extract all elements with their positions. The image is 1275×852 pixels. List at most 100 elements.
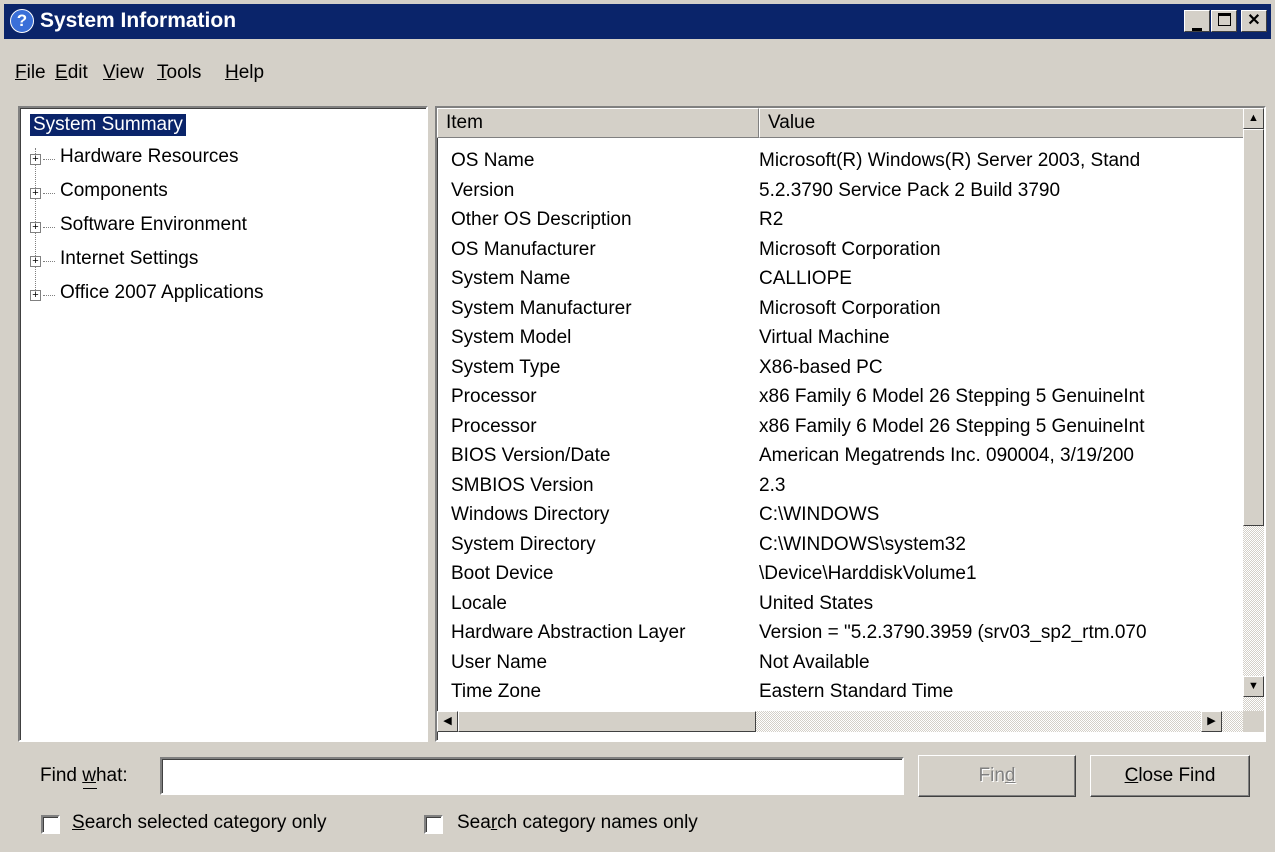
value-cell: x86 Family 6 Model 26 Stepping 5 Genuine… [759, 386, 1145, 407]
find-button[interactable]: Find [918, 755, 1076, 797]
value-cell: Eastern Standard Time [759, 681, 954, 702]
menu-help-key: H [225, 62, 239, 83]
table-row[interactable]: System Model Virtual Machine [437, 323, 1244, 352]
menu-file-rest: ile [26, 62, 46, 83]
table-row[interactable]: Time Zone Eastern Standard Time [437, 677, 1244, 706]
minimize-button[interactable] [1184, 10, 1210, 32]
list-body: OS Name Microsoft(R) Windows(R) Server 20… [437, 146, 1244, 711]
title-bar[interactable]: ? System Information ✕ [4, 4, 1271, 39]
expand-plus-icon[interactable]: + [30, 222, 41, 233]
tree-connector [43, 193, 55, 194]
item-cell: System Model [451, 327, 572, 348]
table-row[interactable]: Processor x86 Family 6 Model 26 Stepping … [437, 412, 1244, 441]
horizontal-scrollbar[interactable]: ◀ ▶ [437, 711, 1243, 732]
table-row[interactable]: System Directory C:\WINDOWS\system32 [437, 530, 1244, 559]
item-cell: Other OS Description [451, 209, 632, 230]
details-list[interactable]: Item Value OS Name Microsoft(R) Windows(R… [435, 106, 1266, 742]
table-row[interactable]: OS Name Microsoft(R) Windows(R) Server 20… [437, 146, 1244, 175]
menu-edit[interactable]: Edit [55, 62, 88, 84]
item-cell: BIOS Version/Date [451, 445, 611, 466]
table-row[interactable]: System Manufacturer Microsoft Corporation [437, 294, 1244, 323]
expand-plus-icon[interactable]: + [30, 154, 41, 165]
help-question-icon: ? [10, 9, 34, 33]
maximize-button[interactable] [1211, 10, 1237, 32]
tree-item-label: Hardware Resources [60, 146, 239, 167]
scroll-up-button[interactable]: ▲ [1243, 108, 1264, 129]
scroll-right-button[interactable]: ▶ [1201, 711, 1222, 732]
menu-edit-rest: dit [67, 62, 88, 83]
table-row[interactable]: Processor x86 Family 6 Model 26 Stepping … [437, 382, 1244, 411]
scrollbar-corner [1243, 711, 1264, 732]
close-button[interactable]: ✕ [1241, 10, 1267, 32]
find-what-label-text: Find what: [40, 765, 128, 786]
arrow-down-icon: ▼ [1248, 680, 1259, 692]
table-row[interactable]: Locale United States [437, 589, 1244, 618]
item-cell: OS Name [451, 150, 535, 171]
table-row[interactable]: User Name Not Available [437, 648, 1244, 677]
horizontal-scroll-thumb[interactable] [458, 711, 756, 732]
menu-help[interactable]: Help [225, 62, 264, 84]
value-cell: United States [759, 592, 874, 614]
category-tree[interactable]: System Summary + Hardware Resources + Compo… [18, 106, 428, 742]
menu-file[interactable]: File [15, 62, 46, 84]
menu-tools-rest: ools [166, 62, 202, 83]
item-cell: Windows Directory [451, 504, 610, 525]
table-row[interactable]: System Name CALLIOPE [437, 264, 1244, 293]
value-cell: American Megatrends Inc. 090004, 3/19/20… [759, 445, 1134, 466]
value-cell: 5.2.3790 Service Pack 2 Build 3790 [759, 179, 1061, 201]
find-what-label: Find what: [40, 765, 128, 787]
close-icon: ✕ [1247, 12, 1261, 29]
maximize-icon [1217, 13, 1231, 26]
column-header-item[interactable]: Item [437, 108, 759, 138]
tree-item-label: Office 2007 Applications [60, 282, 264, 303]
item-cell: Time Zone [451, 681, 542, 702]
item-cell: User Name [451, 651, 548, 673]
close-find-button[interactable]: Close Find [1090, 755, 1250, 797]
menu-tools[interactable]: Tools [157, 62, 201, 84]
search-category-names-checkbox[interactable] [424, 815, 443, 834]
item-cell: Version [451, 179, 515, 201]
scroll-left-button[interactable]: ◀ [437, 711, 458, 732]
table-row[interactable]: System Type X86-based PC [437, 353, 1244, 382]
find-what-input[interactable] [160, 757, 904, 795]
item-cell: SMBIOS Version [451, 474, 594, 496]
value-cell: Microsoft Corporation [759, 238, 941, 260]
value-cell: C:\WINDOWS [759, 504, 880, 525]
menu-file-key: F [15, 62, 27, 83]
expand-plus-icon[interactable]: + [30, 256, 41, 267]
window-title: System Information [40, 9, 237, 32]
tree-item-label: Software Environment [60, 214, 247, 235]
menu-view[interactable]: View [103, 62, 144, 84]
table-row[interactable]: Windows Directory C:\WINDOWS [437, 500, 1244, 529]
tree-connector [43, 261, 55, 262]
value-cell: CALLIOPE [759, 268, 852, 289]
column-header-value[interactable]: Value [759, 108, 1244, 138]
item-cell: Locale [451, 592, 507, 614]
item-cell: OS Manufacturer [451, 238, 596, 260]
table-row[interactable]: Hardware Abstraction Layer Version = "5.2… [437, 618, 1244, 647]
arrow-up-icon: ▲ [1248, 112, 1259, 124]
search-selected-category-checkbox[interactable] [41, 815, 60, 834]
table-row[interactable]: Other OS Description R2 [437, 205, 1244, 234]
vertical-scroll-thumb[interactable] [1243, 129, 1264, 526]
table-row[interactable]: BIOS Version/Date American Megatrends Inc… [437, 441, 1244, 470]
value-cell: Microsoft(R) Windows(R) Server 2003, Sta… [759, 150, 1141, 171]
value-cell: Not Available [759, 651, 870, 673]
table-row[interactable]: SMBIOS Version 2.3 [437, 471, 1244, 500]
search-category-names-label[interactable]: Search category names only [457, 812, 698, 834]
table-row[interactable]: Version 5.2.3790 Service Pack 2 Build 379… [437, 176, 1244, 205]
expand-plus-icon[interactable]: + [30, 188, 41, 199]
item-cell: System Name [451, 268, 571, 289]
search-selected-category-label[interactable]: Search selected category only [72, 812, 327, 834]
menu-tools-key: T [157, 62, 167, 83]
expand-plus-icon[interactable]: + [30, 290, 41, 301]
tree-item-system-summary[interactable]: System Summary [29, 113, 187, 137]
tree-item-label: Components [60, 180, 168, 201]
vertical-scrollbar[interactable]: ▲ ▼ [1243, 108, 1264, 711]
table-row[interactable]: Boot Device \Device\HarddiskVolume1 [437, 559, 1244, 588]
scroll-down-button[interactable]: ▼ [1243, 676, 1264, 697]
tree-connector [43, 295, 55, 296]
menu-bar: File Edit View Tools Help [4, 40, 1271, 92]
value-cell: Virtual Machine [759, 327, 890, 348]
table-row[interactable]: OS Manufacturer Microsoft Corporation [437, 235, 1244, 264]
